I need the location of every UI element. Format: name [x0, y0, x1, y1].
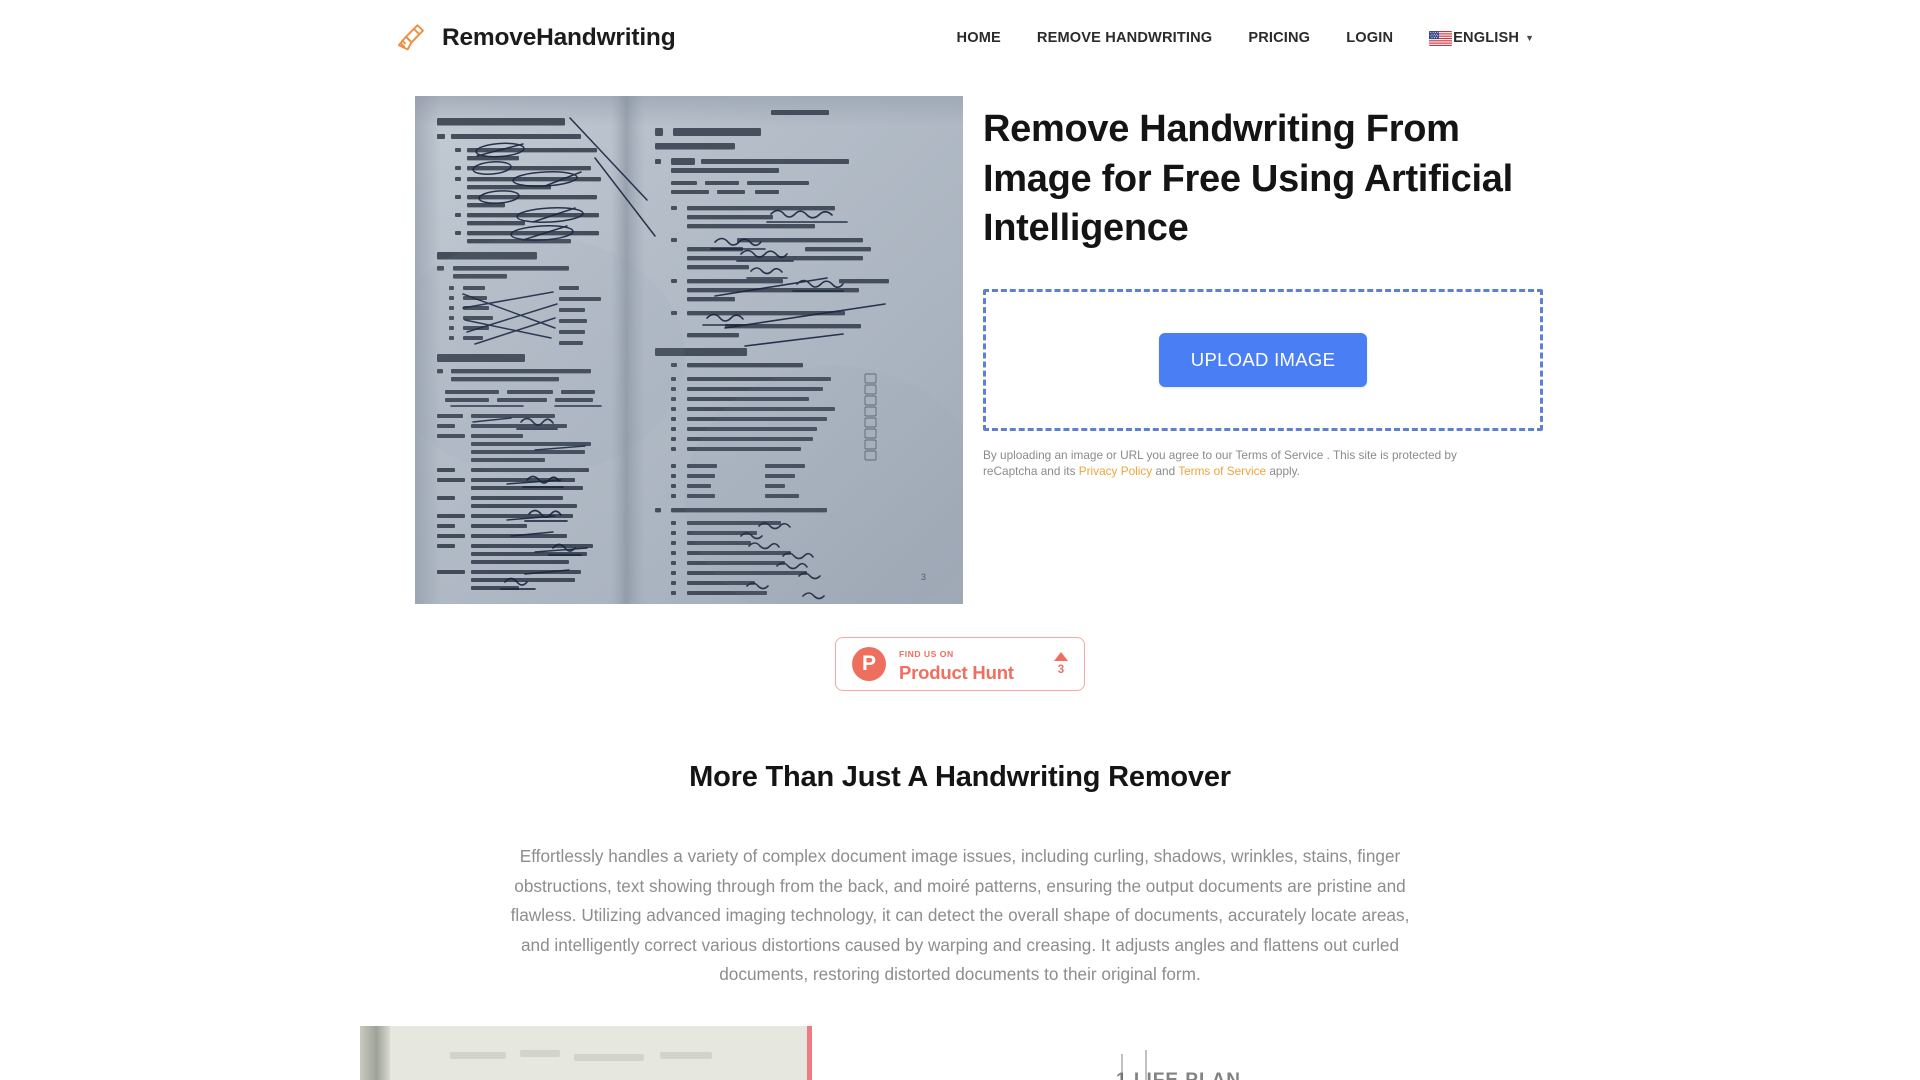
- us-flag-icon: [1429, 30, 1453, 46]
- product-hunt-name: Product Hunt: [899, 662, 1014, 684]
- terms-notice: By uploading an image or URL you agree t…: [983, 447, 1501, 479]
- chevron-down-icon: ▼: [1525, 32, 1534, 43]
- page-edge-highlight: [807, 1025, 812, 1080]
- brand-name: RemoveHandwriting: [442, 24, 676, 51]
- feature-description: Effortlessly handles a variety of comple…: [510, 846, 1410, 984]
- terms-text-part3: apply.: [1266, 463, 1300, 478]
- upvote-arrow-icon: [1054, 651, 1068, 661]
- product-hunt-badge[interactable]: P FIND US ON Product Hunt 3: [835, 637, 1085, 691]
- gallery-image-before: [360, 1025, 812, 1080]
- broom-icon: [397, 24, 424, 51]
- language-label: ENGLISH: [1453, 30, 1520, 46]
- comparison-gallery: 1 LIFE PLAN: [0, 1025, 1920, 1080]
- terms-of-service-link[interactable]: Terms of Service: [1178, 464, 1266, 478]
- product-hunt-row: P FIND US ON Product Hunt 3: [0, 637, 1920, 691]
- brand-logo[interactable]: RemoveHandwriting: [394, 21, 676, 55]
- page-root: RemoveHandwriting HOME REMOVE HANDWRITIN…: [0, 0, 1920, 1080]
- site-header: RemoveHandwriting HOME REMOVE HANDWRITIN…: [0, 0, 1920, 76]
- nav-item-home[interactable]: HOME: [957, 24, 1001, 52]
- scan-text-label: 1 LIFE PLAN: [1116, 1069, 1242, 1080]
- upload-dropzone[interactable]: UPLOAD IMAGE: [983, 288, 1543, 431]
- gallery-image-after: 1 LIFE PLAN: [1112, 1025, 1564, 1080]
- feature-title: More Than Just A Handwriting Remover: [689, 761, 1231, 793]
- ghost-text-line: [574, 1053, 644, 1061]
- nav-item-login[interactable]: LOGIN: [1346, 24, 1393, 52]
- upload-image-button[interactable]: UPLOAD IMAGE: [1158, 332, 1368, 387]
- page-title: Remove Handwriting From Image for Free U…: [983, 108, 1513, 249]
- hero-copy: Remove Handwriting From Image for Free U…: [983, 96, 1543, 479]
- nav-item-remove-handwriting[interactable]: REMOVE HANDWRITING: [1037, 24, 1212, 52]
- nav-item-pricing[interactable]: PRICING: [1248, 24, 1310, 52]
- product-hunt-logo-icon: P: [852, 647, 886, 681]
- page-edge-shadow: [360, 1025, 390, 1080]
- terms-text-part2: and: [1152, 463, 1179, 478]
- feature-section: More Than Just A Handwriting Remover Eff…: [0, 761, 1920, 990]
- product-hunt-votes[interactable]: 3: [1054, 651, 1068, 677]
- hero-section: 3 Remove Handwriting From Image for Free…: [0, 76, 1920, 604]
- privacy-policy-link[interactable]: Privacy Policy: [1079, 464, 1152, 478]
- ghost-text-line: [450, 1051, 506, 1059]
- ghost-text-line: [660, 1051, 712, 1059]
- hero-worksheet-image: 3: [415, 96, 963, 604]
- product-hunt-text: FIND US ON Product Hunt: [899, 645, 1014, 683]
- product-hunt-kicker: FIND US ON: [899, 649, 954, 660]
- worksheet-scan: 3: [415, 96, 963, 604]
- main-navigation: HOME REMOVE HANDWRITING PRICING LOGIN EN…: [957, 24, 1534, 52]
- language-selector[interactable]: ENGLISH ▼: [1429, 30, 1534, 46]
- ghost-text-line: [520, 1049, 560, 1057]
- upvote-count: 3: [1057, 663, 1065, 676]
